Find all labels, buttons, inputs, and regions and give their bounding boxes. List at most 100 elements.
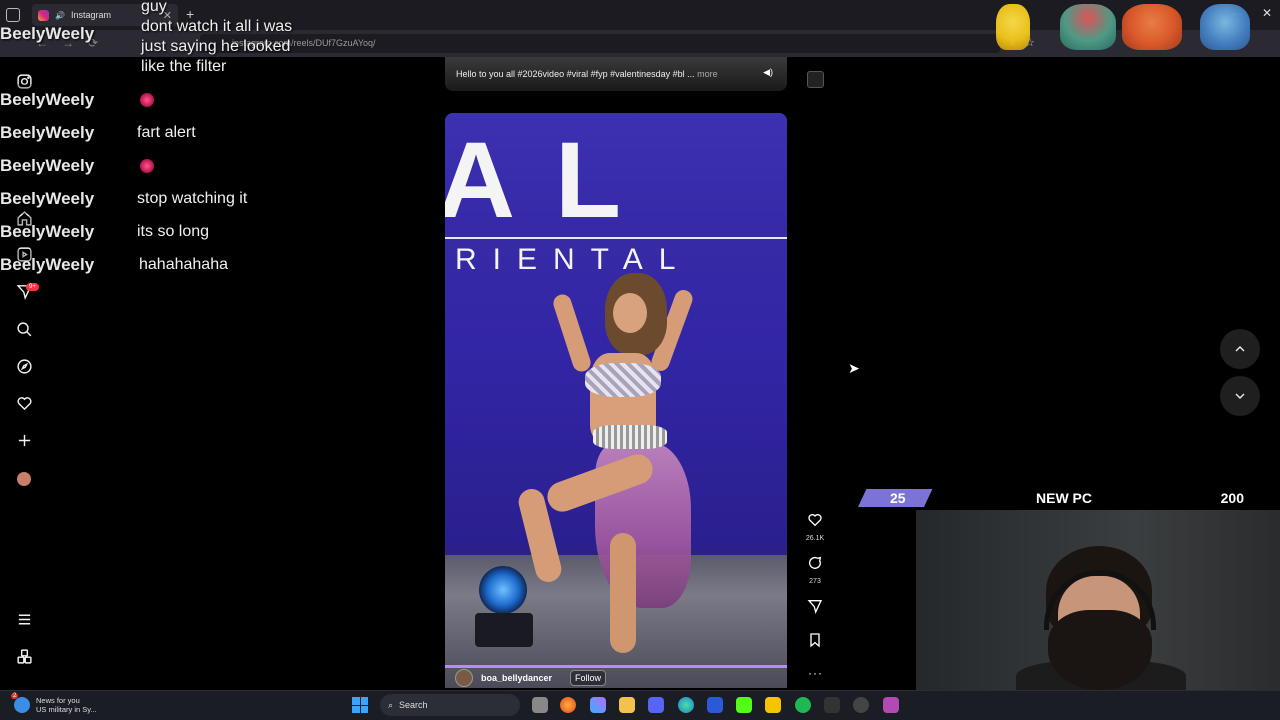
profile-avatar[interactable]	[17, 472, 31, 486]
search-icon: ⌕	[388, 699, 394, 710]
spotify-icon[interactable]	[795, 697, 811, 713]
heart-emote-icon	[140, 93, 154, 107]
app-icon[interactable]	[824, 697, 840, 713]
chat-username: BeelyWeely	[0, 156, 95, 175]
chat-row: BeelyWeely	[0, 84, 320, 115]
notes-icon[interactable]	[765, 697, 781, 713]
taskbar-search[interactable]: ⌕ Search	[380, 694, 520, 716]
previous-reel-button[interactable]	[1220, 329, 1260, 369]
volume-icon[interactable]: ◀)	[763, 67, 773, 78]
instagram-icon	[38, 9, 49, 21]
chat-message-line: like the filter	[141, 58, 227, 75]
audio-thumbnail[interactable]	[807, 71, 824, 88]
next-reel-button[interactable]	[1220, 376, 1260, 416]
author-avatar[interactable]	[455, 669, 473, 687]
file-explorer-icon[interactable]	[619, 697, 635, 713]
windows-taskbar: 2 News for you US military in Sy... ⌕ Se…	[0, 690, 1280, 720]
more-options-icon[interactable]: ···	[808, 666, 823, 680]
like-button[interactable]: 26.1K	[803, 512, 827, 542]
chat-message: its so long	[137, 223, 210, 240]
speaker-icon[interactable]: 🔊	[55, 11, 65, 20]
news-icon: 2	[11, 693, 30, 713]
reel-footer: boa_bellydancer Follow	[455, 668, 607, 688]
also-from-meta-icon[interactable]	[14, 646, 34, 666]
previous-reel[interactable]: Hello to you all #2026video #viral #fyp …	[445, 57, 787, 91]
news-widget[interactable]: 2 News for you US military in Sy...	[11, 693, 97, 714]
task-view-icon[interactable]	[532, 697, 548, 713]
goal-target: 200	[1220, 490, 1244, 506]
edge-icon[interactable]	[678, 697, 694, 713]
news-title: News for you	[36, 696, 80, 705]
chevron-up-icon	[1235, 346, 1245, 352]
goal-current: 25	[890, 490, 906, 506]
reel-caption: Hello to you all #2026video #viral #fyp …	[456, 69, 718, 79]
heart-icon	[808, 514, 822, 527]
tab-list-icon[interactable]	[6, 8, 20, 22]
dancer-costume-belt	[593, 425, 667, 449]
kick-icon[interactable]	[736, 697, 752, 713]
search-icon[interactable]	[14, 319, 34, 339]
firefox-icon[interactable]	[560, 697, 576, 713]
stage-light	[479, 566, 527, 614]
dancer-costume-top	[585, 363, 661, 397]
venusaur-sticker	[1060, 4, 1116, 50]
notifications-heart-icon[interactable]	[14, 393, 34, 413]
chat-row: BeelyWeely stop watching it	[0, 183, 320, 214]
chat-message: fart alert	[137, 124, 196, 141]
chat-username: BeelyWeely	[0, 255, 95, 274]
news-subtitle: US military in Sy...	[36, 705, 97, 714]
charizard-sticker	[1122, 4, 1182, 50]
dancer-arm	[551, 292, 593, 374]
url-field[interactable]: instagram.com/reels/DUf7GzuAYoq/	[200, 34, 1000, 53]
copilot-icon[interactable]	[590, 697, 606, 713]
obs-icon[interactable]	[853, 697, 869, 713]
close-window-button[interactable]: ✕	[1262, 6, 1272, 20]
follow-button[interactable]: Follow	[570, 670, 607, 686]
app-icon[interactable]	[883, 697, 899, 713]
save-button[interactable]	[803, 632, 827, 653]
start-button-icon[interactable]	[352, 697, 368, 713]
stage-light-base	[475, 613, 533, 647]
streamer-webcam	[916, 510, 1280, 690]
explore-icon[interactable]	[14, 356, 34, 376]
chat-message-line: dont watch it all i was	[141, 18, 293, 35]
notification-badge: 9+	[26, 283, 39, 291]
news-badge: 2	[11, 693, 19, 699]
chat-message-line: guy	[141, 0, 167, 15]
chat-username: BeelyWeely	[0, 24, 95, 43]
stage-sign-text: AL	[445, 119, 661, 240]
chat-username: BeelyWeely	[0, 222, 95, 241]
chat-row: BeelyWeely fart alert	[0, 117, 320, 148]
dancer-head	[613, 293, 647, 333]
chat-username: BeelyWeely	[0, 189, 95, 208]
chevron-down-icon	[1235, 393, 1245, 399]
stage-sign-subtext: RIENTAL	[455, 243, 692, 276]
comment-button[interactable]: 273	[803, 555, 827, 585]
tab-title: Instagram	[70, 10, 111, 20]
menu-icon[interactable]	[14, 609, 34, 629]
chat-message: hahahahaha	[139, 256, 228, 273]
chat-row: BeelyWeely hahahahaha	[0, 249, 320, 280]
bookmark-icon	[810, 633, 820, 648]
sign-divider	[445, 237, 787, 239]
comment-icon	[809, 556, 822, 569]
chat-username: BeelyWeely	[0, 90, 95, 109]
like-count: 26.1K	[805, 535, 825, 542]
comment-count: 273	[809, 578, 821, 585]
goal-title: NEW PC	[1036, 490, 1092, 506]
share-button[interactable]	[803, 598, 827, 619]
share-icon	[807, 600, 823, 614]
stream-goal-bar: 25 NEW PC 200	[858, 489, 1258, 507]
reel-video[interactable]: AL RIENTAL	[445, 113, 787, 688]
discord-icon[interactable]	[648, 697, 664, 713]
author-name[interactable]: boa_bellydancer	[481, 673, 552, 683]
store-icon[interactable]	[707, 697, 723, 713]
blastoise-sticker	[1200, 4, 1250, 50]
dancer-leg	[610, 533, 636, 653]
chat-row: BeelyWeely its so long	[0, 216, 320, 247]
create-plus-icon[interactable]	[14, 430, 34, 450]
mouse-cursor-icon: ➤	[848, 360, 860, 376]
pikachu-sticker	[996, 4, 1030, 50]
more-link[interactable]: more	[697, 69, 718, 79]
chat-message: stop watching it	[137, 190, 248, 207]
